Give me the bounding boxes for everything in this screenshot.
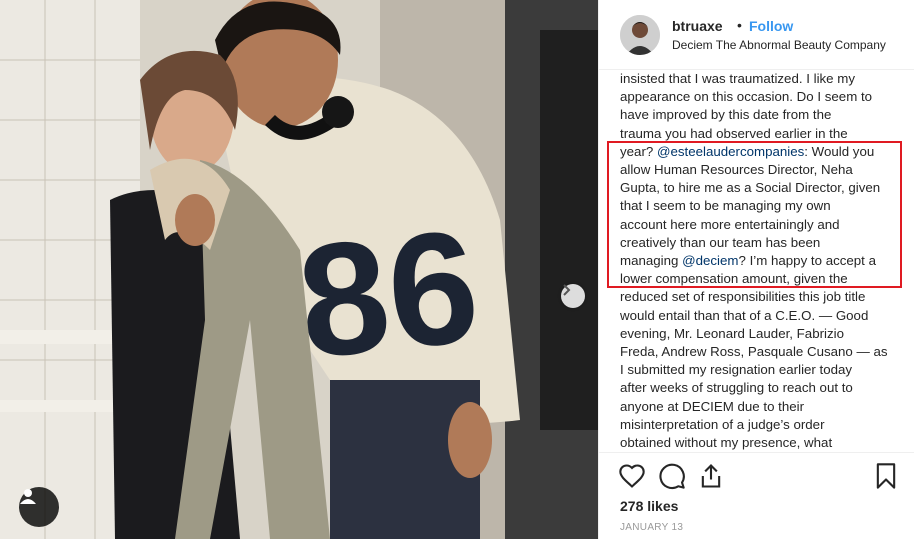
follow-button[interactable]: Follow — [749, 18, 793, 34]
comment-icon[interactable] — [658, 462, 686, 490]
caption-line: allow Human Resources Director, Neha — [620, 161, 905, 179]
caption-text: have improved by this date from the — [620, 107, 832, 123]
caption-text: after weeks of struggling to reach out t… — [620, 380, 853, 396]
caption-text: year? — [620, 143, 657, 159]
next-image-button[interactable] — [561, 284, 585, 308]
caption-text: lower compensation amount, given the — [620, 271, 848, 287]
heart-icon[interactable] — [618, 462, 646, 490]
caption-text: that I seem to be managing my own — [620, 198, 831, 214]
caption-text: obtained without my presence, what — [620, 435, 833, 450]
share-icon[interactable] — [697, 462, 725, 490]
avatar[interactable] — [620, 15, 660, 55]
caption-line: account here more entertainingly and — [620, 216, 905, 234]
caption-text: account here more entertainingly and — [620, 216, 840, 232]
caption-line: trauma you had observed earlier in the — [620, 125, 905, 143]
caption-line: obtained without my presence, what — [620, 434, 905, 450]
caption-line: lower compensation amount, given the — [620, 270, 905, 288]
caption-text: insisted that I was traumatized. I like … — [620, 71, 856, 86]
caption-line: insisted that I was traumatized. I like … — [620, 70, 905, 88]
bookmark-icon[interactable] — [872, 462, 900, 490]
caption-line: have improved by this date from the — [620, 106, 905, 124]
chevron-right-icon — [563, 284, 571, 296]
caption-text: trauma you had observed earlier in the — [620, 125, 848, 141]
mention-link[interactable]: @esteelaudercompanies — [657, 144, 804, 159]
caption-line: Gupta, to hire me as a Social Director, … — [620, 179, 905, 197]
mention-link[interactable]: @deciem — [682, 253, 738, 268]
profile-photo-icon — [620, 15, 660, 55]
photo-illustration: 86 — [0, 0, 598, 539]
instagram-post: 86 btruaxe • Follow Deciem The Abnormal … — [0, 0, 914, 539]
action-bar: 278 likes JANUARY 13 — [599, 452, 914, 543]
caption-line: Freda, Andrew Ross, Pasquale Cusano — as — [620, 343, 905, 361]
caption-line: reduced set of responsibilities this job… — [620, 288, 905, 306]
caption-line: year? @esteelaudercompanies: Would you — [620, 143, 905, 161]
post-caption: insisted that I was traumatized. I like … — [620, 70, 905, 450]
caption-line: managing @deciem? I’m happy to accept a — [620, 252, 905, 270]
caption-line: evening, Mr. Leonard Lauder, Fabrizio — [620, 325, 905, 343]
post-header: btruaxe • Follow Deciem The Abnormal Bea… — [599, 0, 914, 70]
username-link[interactable]: btruaxe — [672, 18, 723, 34]
post-date: JANUARY 13 — [620, 522, 684, 533]
caption-text: evening, Mr. Leonard Lauder, Fabrizio — [620, 325, 844, 341]
caption-line: misinterpretation of a judge’s order — [620, 416, 905, 434]
caption-text: : Would you — [804, 143, 875, 159]
caption-text: would entail than that of a C.E.O. — Goo… — [620, 307, 869, 323]
caption-line: I submitted my resignation earlier today — [620, 361, 905, 379]
caption-text: appearance on this occasion. Do I seem t… — [620, 89, 873, 105]
caption-line: after weeks of struggling to reach out t… — [620, 379, 905, 397]
caption-line: that I seem to be managing my own — [620, 197, 905, 215]
caption-text: ? I’m happy to accept a — [738, 253, 876, 269]
caption-text: managing — [620, 253, 683, 269]
caption-line: anyone at DECIEM due to their — [620, 398, 905, 416]
tagged-users-button[interactable] — [19, 487, 59, 527]
separator-dot: • — [737, 17, 742, 33]
user-tag-icon — [20, 489, 36, 504]
svg-text:86: 86 — [291, 195, 487, 392]
caption-text: creatively than our team has been — [620, 234, 821, 250]
caption-line: creatively than our team has been — [620, 234, 905, 252]
post-side-panel: btruaxe • Follow Deciem The Abnormal Bea… — [598, 0, 914, 539]
caption-text: misinterpretation of a judge’s order — [620, 416, 825, 432]
location-link[interactable]: Deciem The Abnormal Beauty Company — [672, 38, 886, 52]
caption-text: reduced set of responsibilities this job… — [620, 289, 866, 305]
caption-line: would entail than that of a C.E.O. — Goo… — [620, 307, 905, 325]
likes-count[interactable]: 278 likes — [620, 498, 678, 514]
caption-line: appearance on this occasion. Do I seem t… — [620, 88, 905, 106]
caption-text: Gupta, to hire me as a Social Director, … — [620, 180, 881, 196]
caption-text: anyone at DECIEM due to their — [620, 398, 805, 414]
caption-text: allow Human Resources Director, Neha — [620, 162, 853, 178]
caption-text: Freda, Andrew Ross, Pasquale Cusano — as — [620, 344, 888, 360]
post-photo[interactable]: 86 — [0, 0, 598, 539]
caption-text: I submitted my resignation earlier today — [620, 362, 853, 378]
